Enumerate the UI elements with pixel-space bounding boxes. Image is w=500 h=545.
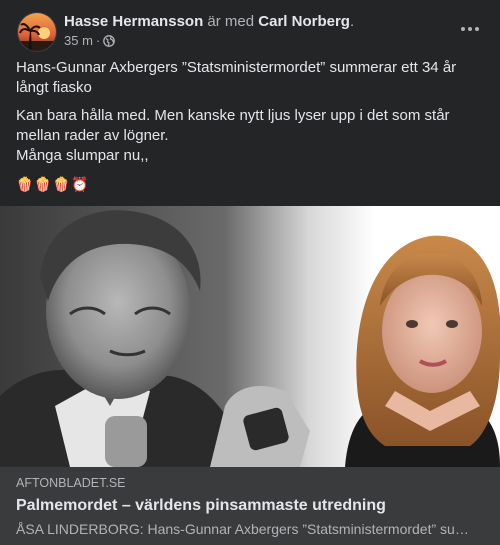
post-emojis: 🍿🍿🍿⏰ <box>16 176 90 192</box>
with-text: är med <box>207 13 255 30</box>
author-line: Hasse Hermansson är med Carl Norberg. <box>64 12 354 31</box>
author-name[interactable]: Hasse Hermansson <box>64 13 203 30</box>
link-description: ÅSA LINDERBORG: Hans-Gunnar Axbergers ”S… <box>16 521 478 537</box>
link-title[interactable]: Palmemordet – världens pinsammaste utred… <box>16 496 484 516</box>
link-domain: AFTONBLADET.SE <box>16 476 126 490</box>
more-options-icon[interactable] <box>452 14 488 44</box>
facebook-post: Hasse Hermansson är med Carl Norberg. 35… <box>0 0 500 545</box>
author-avatar[interactable] <box>17 12 57 52</box>
post-paragraph-1: Hans-Gunnar Axbergers ”Statsministermord… <box>16 59 457 96</box>
post-header: Hasse Hermansson är med Carl Norberg. 35… <box>0 0 500 56</box>
post-meta: 35 m · <box>64 33 116 49</box>
link-preview-footer[interactable]: AFTONBLADET.SE Palmemordet – världens pi… <box>0 467 500 545</box>
post-paragraph-2: Kan bara hålla med. Men kanske nytt ljus… <box>16 107 450 144</box>
globe-icon[interactable] <box>103 35 116 47</box>
post-time[interactable]: 35 m <box>64 33 93 49</box>
period: . <box>349 13 355 30</box>
tagged-person[interactable]: Carl Norberg <box>258 13 350 30</box>
post-body: Hans-Gunnar Axbergers ”Statsministermord… <box>16 58 486 166</box>
link-preview-image[interactable] <box>0 206 500 467</box>
post-paragraph-3: Många slumpar nu,, <box>16 147 149 164</box>
meta-separator: · <box>95 33 101 48</box>
